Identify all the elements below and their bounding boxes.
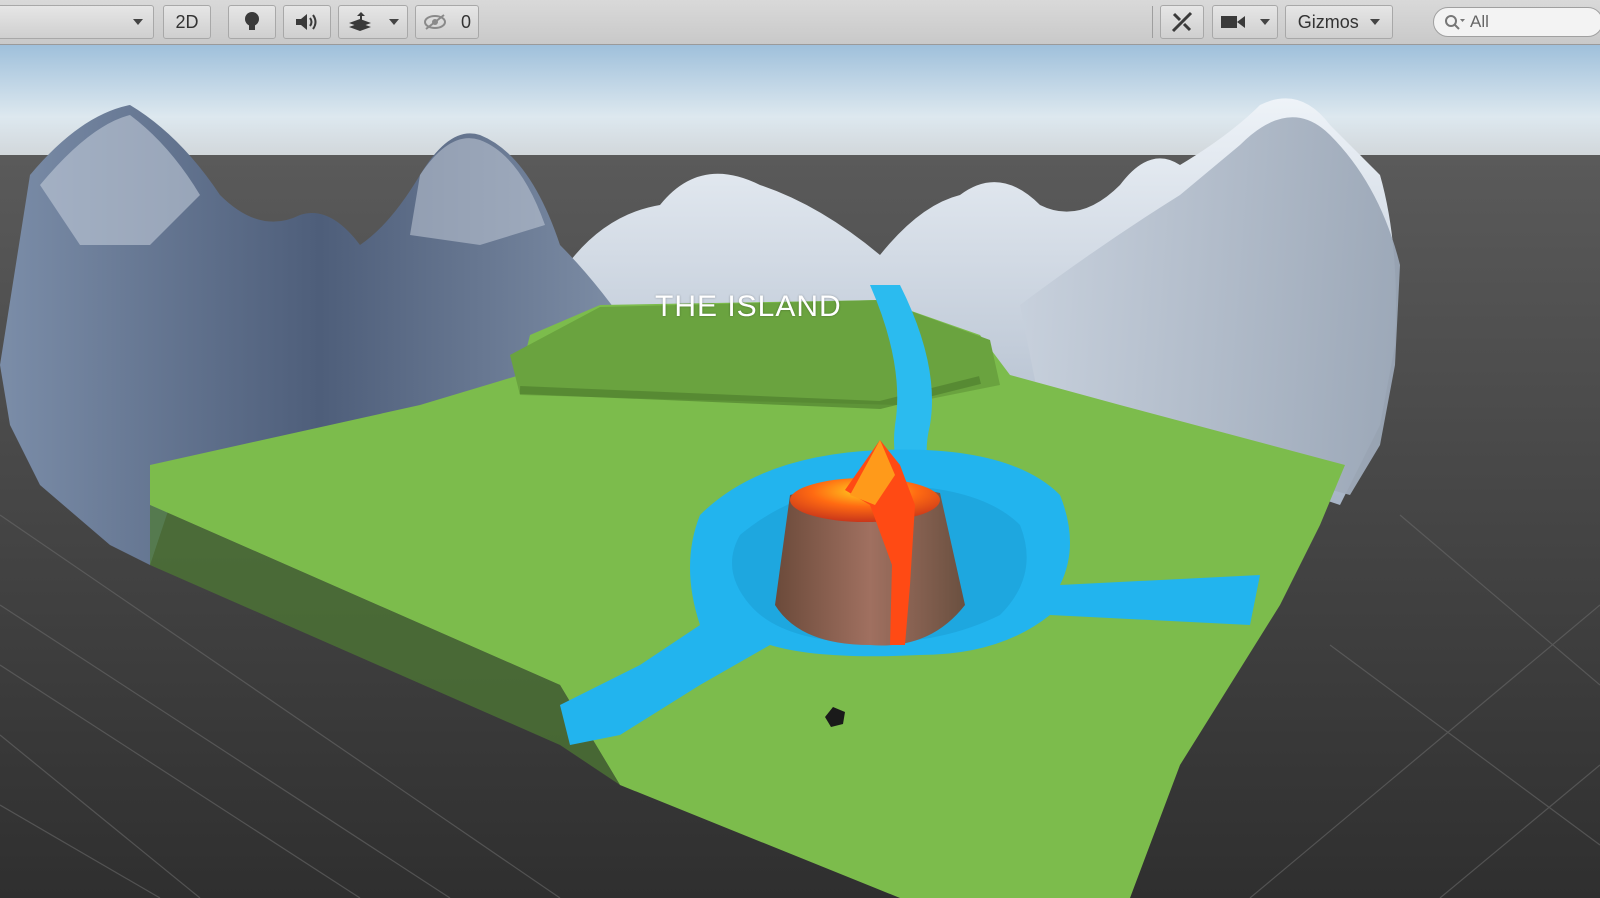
toolbar-divider (1152, 6, 1153, 38)
scene-viewport[interactable]: THE ISLAND (0, 45, 1600, 898)
hidden-objects-toggle[interactable]: 0 (415, 5, 479, 39)
lightbulb-icon (245, 12, 259, 30)
search-icon (1445, 15, 1465, 30)
chevron-down-icon (1370, 19, 1381, 25)
chevron-down-icon (1260, 19, 1270, 25)
speaker-icon (296, 14, 317, 30)
scene-camera-dropdown[interactable] (1212, 5, 1278, 39)
chevron-down-icon (133, 19, 143, 25)
gizmos-dropdown[interactable]: Gizmos (1285, 5, 1393, 39)
unity-scene-view: 2D 0 Gizmos All THE ISLAND (0, 0, 1600, 898)
hidden-objects-count: 0 (460, 11, 471, 32)
camera-icon (1221, 16, 1245, 28)
tools-button[interactable] (1160, 5, 1204, 39)
shading-mode-dropdown[interactable] (0, 5, 154, 39)
layers-effects-icon (349, 12, 371, 31)
lighting-toggle-button[interactable] (228, 5, 276, 39)
scene-render (0, 45, 1600, 898)
hierarchy-search-input[interactable]: All (1433, 7, 1600, 37)
2d-toggle-button[interactable]: 2D (163, 5, 211, 39)
eye-hidden-icon (423, 14, 446, 30)
gizmos-label: Gizmos (1297, 11, 1359, 32)
2d-toggle-label: 2D (175, 11, 199, 32)
audio-toggle-button[interactable] (283, 5, 331, 39)
effects-dropdown[interactable] (338, 5, 408, 39)
crossed-tools-icon (1171, 11, 1193, 33)
search-placeholder: All (1470, 12, 1489, 31)
sky-background (0, 45, 1600, 165)
chevron-down-icon (389, 19, 399, 25)
scene-title-text: THE ISLAND (655, 290, 842, 323)
scene-toolbar: 2D 0 Gizmos All (0, 0, 1600, 45)
